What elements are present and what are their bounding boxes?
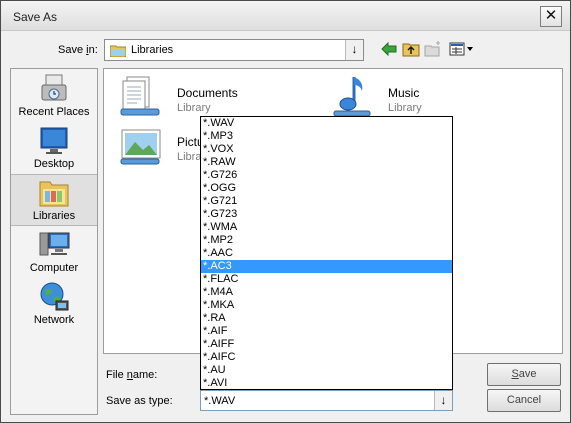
place-label: Network [33, 314, 75, 326]
place-recent-places[interactable]: Recent Places [11, 71, 97, 123]
window-title: Save As [13, 10, 58, 24]
music-library-icon [333, 77, 371, 117]
type-option[interactable]: *.MKA [201, 299, 452, 312]
type-option[interactable]: *.WAV [201, 117, 452, 130]
type-option[interactable]: *.MP2 [201, 234, 452, 247]
save-in-dropdown[interactable]: Libraries ↓ [104, 39, 364, 61]
save-as-type-dropdown-button[interactable]: ↓ [434, 391, 452, 410]
chevron-down-icon: ↓ [440, 393, 447, 407]
type-option[interactable]: *.AIFF [201, 338, 452, 351]
type-option[interactable]: *.WMA [201, 221, 452, 234]
type-option[interactable]: *.VOX [201, 143, 452, 156]
back-arrow-icon[interactable] [379, 40, 399, 58]
libraries-icon [39, 181, 69, 207]
save-as-type-value: *.WAV [204, 395, 236, 407]
type-option[interactable]: *.G723 [201, 208, 452, 221]
type-option[interactable]: *.OGG [201, 182, 452, 195]
network-icon [40, 282, 69, 311]
type-option[interactable]: *.AC3 [201, 260, 452, 273]
type-option[interactable]: *.FLAC [201, 273, 452, 286]
type-option[interactable]: *.AIFC [201, 351, 452, 364]
place-label: Recent Places [18, 106, 90, 118]
save-in-value: Libraries [131, 44, 174, 56]
place-libraries[interactable]: Libraries [11, 174, 97, 226]
type-option[interactable]: *.M4A [201, 286, 452, 299]
type-option[interactable]: *.RA [201, 312, 452, 325]
save-as-dialog: Save As ✕ Save in: Libraries ↓ Recent Pl… [0, 0, 571, 423]
library-name: Documents [177, 86, 238, 100]
pictures-library-icon [120, 129, 161, 165]
save-button[interactable]: Save [487, 363, 561, 386]
view-menu-icon[interactable] [448, 40, 474, 58]
recent-places-icon [41, 74, 67, 101]
type-option[interactable]: *.MP3 [201, 130, 452, 143]
save-in-label: Save in: [58, 44, 98, 56]
cancel-button[interactable]: Cancel [487, 389, 561, 412]
place-label: Computer [29, 262, 79, 274]
place-desktop[interactable]: Desktop [11, 123, 97, 175]
chevron-down-icon: ↓ [351, 42, 358, 56]
save-as-type-label: Save as type: [106, 395, 173, 407]
library-type: Library [177, 102, 211, 114]
up-folder-icon[interactable] [401, 40, 421, 58]
save-as-type-dropdown[interactable]: *.WAV ↓ [200, 390, 453, 411]
close-icon: ✕ [544, 7, 558, 24]
libraries-folder-icon [110, 45, 126, 57]
library-type: Library [388, 102, 422, 114]
place-network[interactable]: Network [11, 279, 97, 331]
places-bar: Recent Places Desktop Libraries Computer… [10, 68, 98, 415]
type-option[interactable]: *.G721 [201, 195, 452, 208]
new-folder-icon [424, 41, 440, 57]
type-option[interactable]: *.AVI [201, 377, 452, 390]
documents-library-icon [120, 76, 160, 116]
place-label: Libraries [32, 210, 76, 222]
type-option[interactable]: *.AU [201, 364, 452, 377]
desktop-icon [40, 127, 68, 154]
place-label: Desktop [33, 158, 75, 170]
library-name: Music [388, 86, 420, 100]
place-computer[interactable]: Computer [11, 227, 97, 279]
computer-icon [39, 232, 70, 256]
type-option[interactable]: *.AAC [201, 247, 452, 260]
file-name-label: File name: [106, 369, 158, 381]
type-option[interactable]: *.AIF [201, 325, 452, 338]
close-button[interactable]: ✕ [540, 6, 562, 27]
save-as-type-options-list[interactable]: *.WAV *.MP3 *.VOX *.RAW *.G726 *.OGG *.G721 *.G… [200, 116, 453, 390]
save-in-dropdown-button[interactable]: ↓ [345, 40, 363, 60]
type-option[interactable]: *.G726 [201, 169, 452, 182]
title-bar[interactable]: Save As ✕ [1, 1, 570, 31]
type-option[interactable]: *.RAW [201, 156, 452, 169]
